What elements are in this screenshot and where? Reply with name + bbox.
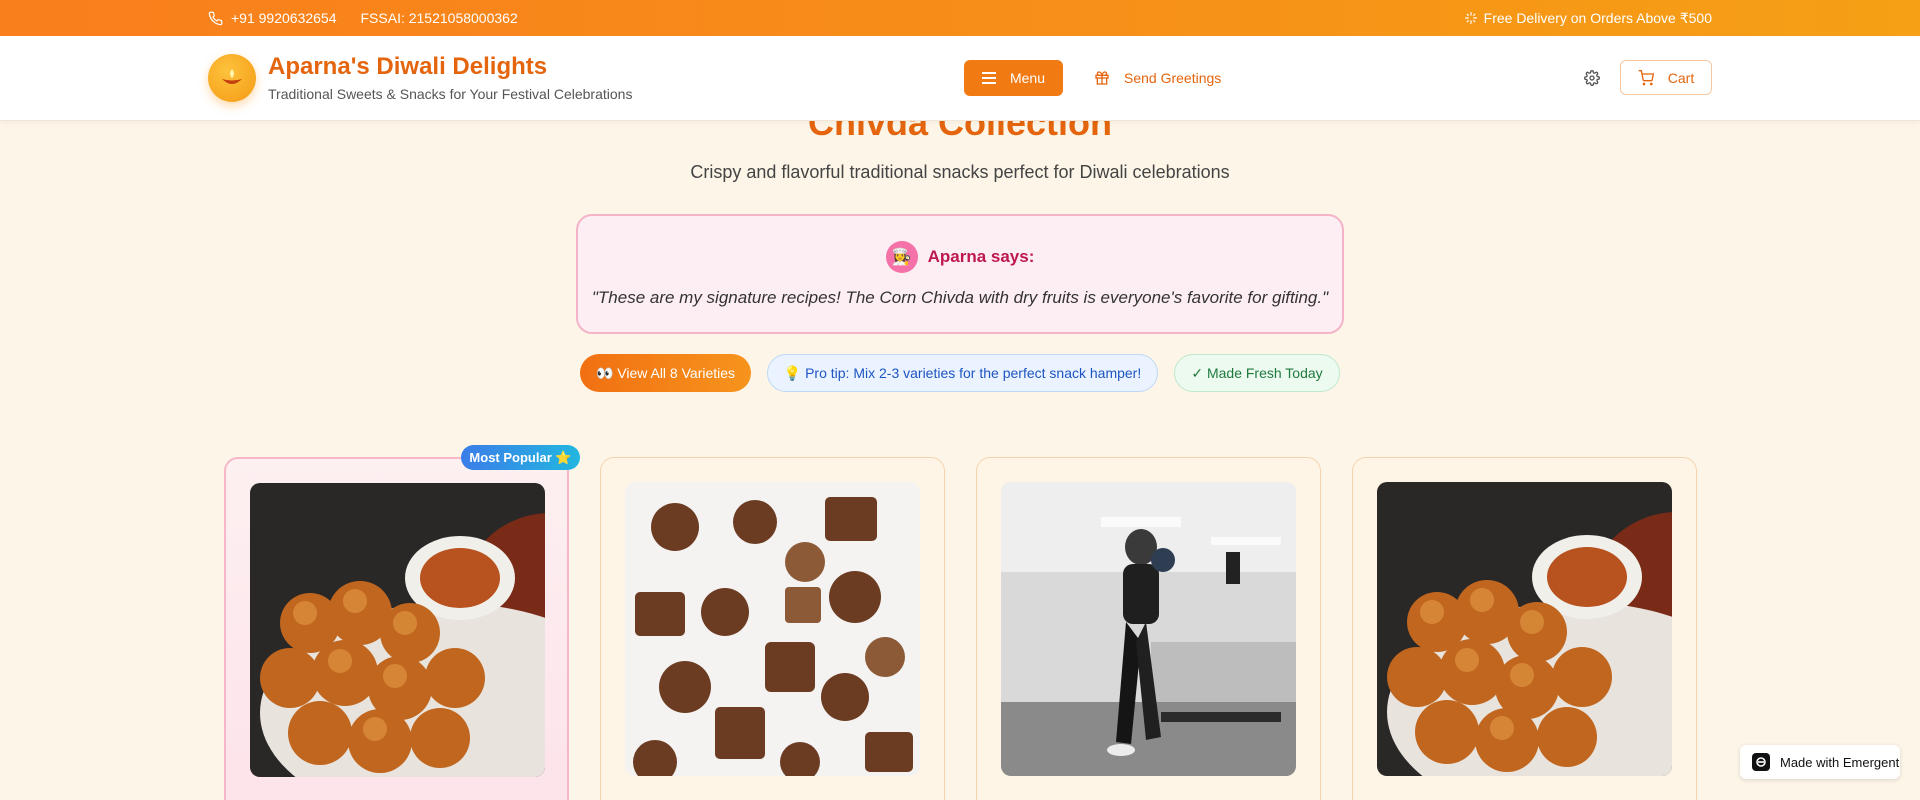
sparkle-icon: [1464, 12, 1477, 24]
cart-button[interactable]: Cart: [1620, 60, 1712, 95]
pav-bhaji-image[interactable]: [1377, 482, 1672, 776]
quote-text: "These are my signature recipes! The Cor…: [591, 288, 1329, 307]
menu-button[interactable]: Menu: [964, 60, 1063, 96]
pro-tip-pill: 💡 Pro tip: Mix 2-3 varieties for the per…: [767, 354, 1158, 392]
made-with-emergent-badge[interactable]: Made with Emergent: [1740, 745, 1900, 779]
gear-icon: [1584, 70, 1600, 86]
diya-logo-icon[interactable]: [208, 54, 256, 102]
quote-author: Aparna says:: [927, 247, 1035, 266]
send-greetings-button[interactable]: Send Greetings: [1094, 60, 1221, 96]
chef-avatar: 👩‍🍳: [885, 241, 918, 273]
top-info-bar: +91 9920632654 FSSAI: 21521058000362 Fre…: [0, 0, 1920, 36]
product-card[interactable]: [1352, 457, 1697, 800]
made-with-label: Made with Emergent: [1780, 754, 1900, 770]
send-greetings-label: Send Greetings: [1124, 70, 1222, 86]
phone-icon: [208, 11, 223, 25]
cart-icon: [1638, 69, 1654, 85]
gift-icon: [1095, 71, 1109, 85]
aparna-quote-card: 👩‍🍳 Aparna says: "These are my signature…: [576, 214, 1344, 334]
brand-tagline: Traditional Sweets & Snacks for Your Fes…: [268, 86, 633, 102]
delivery-notice: Free Delivery on Orders Above ₹500: [1464, 10, 1712, 27]
cart-label: Cart: [1667, 69, 1695, 86]
chocolates-image[interactable]: [625, 482, 920, 776]
view-all-varieties-button[interactable]: 👀 View All 8 Varieties: [580, 354, 751, 392]
delivery-text: Free Delivery on Orders Above ₹500: [1483, 9, 1712, 26]
most-popular-badge: Most Popular ⭐: [461, 445, 580, 470]
emergent-logo-icon: [1752, 753, 1770, 771]
hamburger-icon: [981, 72, 996, 84]
product-card[interactable]: [224, 457, 569, 800]
product-card[interactable]: [600, 457, 945, 800]
phone-number: +91 9920632654: [231, 10, 337, 26]
product-card[interactable]: [976, 457, 1321, 800]
phone-contact[interactable]: +91 9920632654: [208, 10, 337, 26]
site-header: Aparna's Diwali Delights Traditional Swe…: [0, 36, 1920, 121]
menu-button-label: Menu: [1009, 70, 1046, 86]
settings-button[interactable]: [1582, 68, 1602, 88]
fssai-license: FSSAI: 21521058000362: [360, 10, 518, 26]
brand-title[interactable]: Aparna's Diwali Delights: [268, 53, 547, 81]
made-fresh-pill: ✓ Made Fresh Today: [1174, 354, 1340, 392]
boxing-woman-image[interactable]: [1001, 482, 1296, 776]
pav-bhaji-image[interactable]: [250, 483, 545, 777]
section-subtitle: Crispy and flavorful traditional snacks …: [690, 162, 1230, 182]
